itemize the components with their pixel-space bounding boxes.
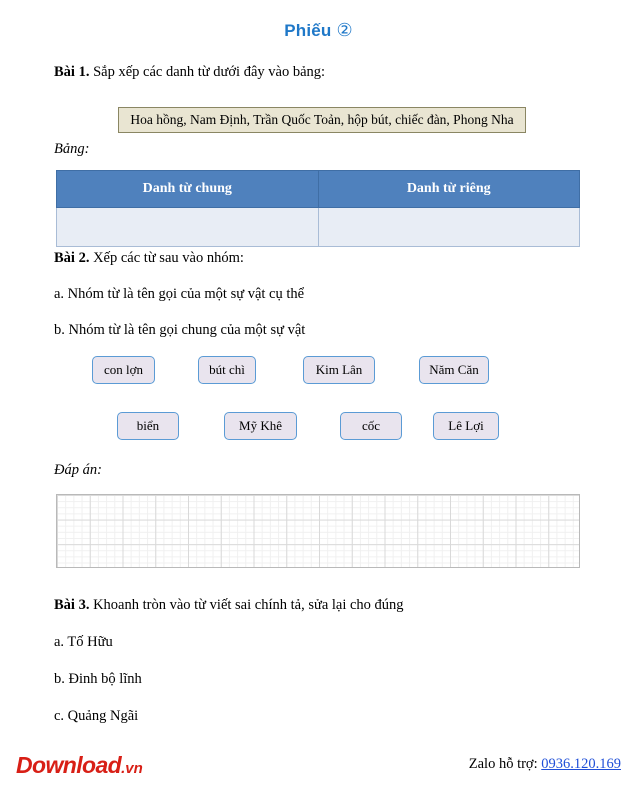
exercise3-heading-label: Bài 3. xyxy=(54,597,90,613)
exercise2-option-b: b. Nhóm từ là tên gọi chung của một sự v… xyxy=(54,322,306,338)
exercise3-item-b: b. Đinh bộ lĩnh xyxy=(54,671,142,687)
word-chip-bien[interactable]: biển xyxy=(117,412,179,440)
word-chip-coc[interactable]: cốc xyxy=(340,412,402,440)
zalo-support-label: Zalo hỗ trợ: xyxy=(468,756,542,772)
word-chip-le-loi[interactable]: Lê Lợi xyxy=(433,412,499,440)
zalo-support: Zalo hỗ trợ: 0936.120.169 xyxy=(469,756,621,773)
exercise3-heading: Bài 3. Khoanh tròn vào từ viết sai chính… xyxy=(54,596,404,616)
exercise2-heading: Bài 2. Xếp các từ sau vào nhóm: xyxy=(54,249,244,269)
page-title-text: Phiếu xyxy=(284,21,332,40)
logo-suffix-text: .vn xyxy=(121,760,143,777)
exercise1-heading-label: Bài 1. xyxy=(54,64,90,80)
exercise3-item-a: a. Tố Hữu xyxy=(54,634,113,650)
word-chip-label: bút chì xyxy=(209,362,245,377)
word-chip-label: Kim Lân xyxy=(315,362,363,377)
word-chip-label: biển xyxy=(136,418,160,433)
word-chip-con-lon[interactable]: con lợn xyxy=(92,356,155,384)
exercise2-heading-text: Xếp các từ sau vào nhóm: xyxy=(89,250,244,266)
word-chip-label: Lê Lợi xyxy=(448,418,484,433)
table-header-row: Danh từ chung Danh từ riêng xyxy=(56,170,580,208)
exercise2-heading-label: Bài 2. xyxy=(54,250,90,266)
exercise1-heading-text: Sắp xếp các danh từ dưới đây vào bảng: xyxy=(89,64,326,80)
word-chip-but-chi[interactable]: bút chì xyxy=(198,356,256,384)
exercise3-item-c: c. Quảng Ngãi xyxy=(54,708,139,724)
logo-main-text: Download xyxy=(16,752,122,778)
word-chip-label: Năm Căn xyxy=(429,362,479,377)
word-chip-label: con lợn xyxy=(103,362,143,377)
answer-grid-paper[interactable] xyxy=(56,494,580,568)
exercise1-table-label: Bảng: xyxy=(54,141,90,157)
page-title: Phiếu ② xyxy=(0,20,637,41)
page-number-circled: ② xyxy=(336,20,353,41)
table-header-proper-noun: Danh từ riêng xyxy=(317,170,580,208)
word-chip-nam-can[interactable]: Năm Căn xyxy=(419,356,489,384)
zalo-phone-link[interactable]: 0936.120.169 xyxy=(541,756,621,772)
exercise1-wordbank: Hoa hồng, Nam Định, Trần Quốc Toản, hộp … xyxy=(118,107,526,133)
table-cell-proper-noun-answer[interactable] xyxy=(317,207,580,247)
word-chip-kim-lan[interactable]: Kim Lân xyxy=(303,356,375,384)
download-vn-logo[interactable]: Download.vn xyxy=(16,752,143,779)
exercise1-table: Danh từ chung Danh từ riêng xyxy=(56,170,580,247)
exercise2-answer-label: Đáp án: xyxy=(54,462,102,478)
worksheet-page: Phiếu ② Bài 1. Sắp xếp các danh từ dưới … xyxy=(0,0,637,791)
word-chip-label: Mỹ Khê xyxy=(239,418,282,433)
exercise1-heading: Bài 1. Sắp xếp các danh từ dưới đây vào … xyxy=(54,63,325,83)
table-row xyxy=(56,207,580,247)
table-header-common-noun: Danh từ chung xyxy=(56,170,319,208)
table-cell-common-noun-answer[interactable] xyxy=(56,207,319,247)
word-chip-label: cốc xyxy=(361,418,381,433)
word-chip-my-khe[interactable]: Mỹ Khê xyxy=(224,412,297,440)
exercise2-option-a: a. Nhóm từ là tên gọi của một sự vật cụ … xyxy=(54,286,305,302)
exercise1-wordbank-text: Hoa hồng, Nam Định, Trần Quốc Toản, hộp … xyxy=(130,112,514,127)
exercise3-heading-text: Khoanh tròn vào từ viết sai chính tả, sử… xyxy=(89,597,404,613)
